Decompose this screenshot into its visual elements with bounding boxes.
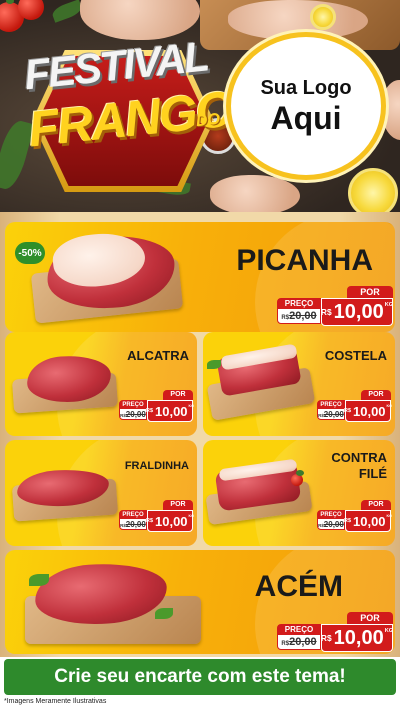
new-price: R$ 10,00 KG (321, 298, 393, 326)
old-price: PREÇO R$20,00 (277, 298, 321, 324)
old-price-value: R$20,00 (281, 310, 317, 322)
product-name: PICANHA (236, 244, 373, 277)
old-price: PREÇO R$20,00 (317, 400, 345, 420)
unit-label: KG (188, 514, 194, 518)
new-price: R$ 10,00 KG (146, 510, 194, 532)
old-price: PREÇO R$20,00 (119, 510, 147, 530)
currency: R$ (146, 518, 153, 524)
product-name: FRALDINHA (124, 460, 189, 472)
currency: R$ (320, 307, 332, 317)
new-price: R$ 10,00 KG (321, 624, 393, 652)
unit-label: KG (384, 628, 394, 634)
tomato-image (291, 470, 304, 486)
lemon-image (310, 4, 336, 30)
price-tag: POR PREÇO R$20,00 R$ 10,00 KG (277, 286, 393, 326)
old-price-value: R$20,00 (120, 520, 146, 529)
product-name: ALCATRA (127, 348, 189, 363)
product-name: COSTELA (324, 348, 387, 363)
discount-badge: -50% (15, 242, 45, 264)
currency: R$ (320, 633, 332, 643)
herb-image (207, 360, 221, 369)
price-value: 10,00 (353, 513, 386, 529)
currency: R$ (146, 408, 153, 414)
old-price-value: R$20,00 (281, 636, 317, 648)
product-card-picanha: -50% PICANHA POR PREÇO R$20,00 R$ 10,00 … (5, 222, 395, 332)
herb-image (50, 0, 84, 23)
logo-line1: Sua Logo (260, 76, 352, 99)
cta-banner[interactable]: Crie seu encarte com este tema! (4, 659, 396, 695)
product-name-line2: FILÉ (358, 466, 387, 481)
preco-label: PREÇO (318, 511, 344, 519)
old-price: PREÇO R$20,00 (119, 400, 147, 420)
preco-label: PREÇO (278, 625, 320, 635)
product-name: CONTRA FILÉ (331, 450, 387, 482)
por-label: POR (361, 390, 391, 400)
header-banner: FESTIVAL FRANGO DO Sua Logo Aqui (0, 0, 400, 212)
price-tag: POR PREÇO R$20,00 R$ 10,00 KG (119, 390, 194, 422)
unit-label: KG (188, 404, 194, 408)
product-card-alcatra: ALCATRA POR PREÇO R$20,00 R$ 10,00 KG (5, 332, 197, 436)
new-price: R$ 10,00 KG (146, 400, 194, 422)
product-name-line1: CONTRA (331, 450, 387, 465)
festival-logo: FESTIVAL FRANGO DO (18, 33, 235, 194)
preco-label: PREÇO (120, 511, 146, 519)
product-card-contra-file: CONTRA FILÉ POR PREÇO R$20,00 R$ 10,00 K… (203, 440, 395, 546)
old-price-value: R$20,00 (318, 520, 344, 529)
footer: Crie seu encarte com este tema! *Imagens… (0, 657, 400, 711)
unit-label: KG (386, 404, 392, 408)
price-tag: POR PREÇO R$20,00 R$ 10,00 KG (277, 612, 393, 652)
old-price-value: R$20,00 (120, 410, 146, 419)
unit-label: KG (384, 302, 394, 308)
unit-label: KG (386, 514, 392, 518)
price-value: 10,00 (155, 403, 188, 419)
new-price: R$ 10,00 KG (344, 400, 392, 422)
herb-image (29, 574, 49, 586)
product-card-costela: COSTELA POR PREÇO R$20,00 R$ 10,00 KG (203, 332, 395, 436)
old-price-value: R$20,00 (318, 410, 344, 419)
price-tag: POR PREÇO R$20,00 R$ 10,00 KG (317, 390, 392, 422)
new-price: R$ 10,00 KG (344, 510, 392, 532)
old-price: PREÇO R$20,00 (317, 510, 345, 530)
product-name: ACÉM (254, 570, 343, 603)
currency: R$ (344, 408, 351, 414)
price-value: 10,00 (333, 300, 384, 323)
price-value: 10,00 (155, 513, 188, 529)
price-value: 10,00 (353, 403, 386, 419)
product-card-fraldinha: FRALDINHA POR PREÇO R$20,00 R$ 10,00 KG (5, 440, 197, 546)
logo-line2: Aqui (270, 99, 342, 136)
preco-label: PREÇO (318, 401, 344, 409)
product-area: -50% PICANHA POR PREÇO R$20,00 R$ 10,00 … (0, 212, 400, 657)
title-do: DO (195, 110, 221, 131)
lemon-image (348, 168, 398, 212)
preco-label: PREÇO (120, 401, 146, 409)
currency: R$ (344, 518, 351, 524)
price-tag: POR PREÇO R$20,00 R$ 10,00 KG (317, 500, 392, 532)
old-price: PREÇO R$20,00 (277, 624, 321, 650)
por-label: POR (163, 500, 193, 510)
product-card-acem: ACÉM POR PREÇO R$20,00 R$ 10,00 KG (5, 550, 395, 654)
herb-image (155, 608, 173, 619)
por-label: POR (347, 286, 393, 298)
logo-placeholder: Sua Logo Aqui (226, 32, 386, 180)
price-tag: POR PREÇO R$20,00 R$ 10,00 KG (119, 500, 194, 532)
price-value: 10,00 (333, 626, 384, 649)
por-label: POR (361, 500, 391, 510)
por-label: POR (163, 390, 193, 400)
por-label: POR (347, 612, 393, 624)
preco-label: PREÇO (278, 299, 320, 309)
disclaimer-text: *Imagens Meramente Ilustrativas (4, 698, 107, 705)
tomato-image (18, 0, 44, 20)
